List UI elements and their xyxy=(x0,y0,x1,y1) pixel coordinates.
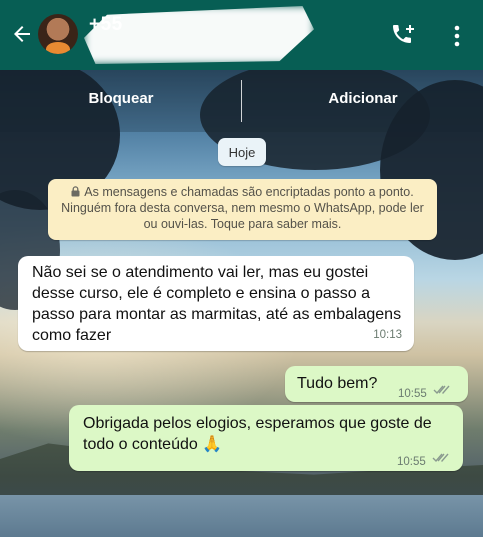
lock-icon xyxy=(71,186,80,197)
message-time: 10:55 xyxy=(398,388,427,400)
more-vertical-icon[interactable] xyxy=(447,22,467,50)
redacted-phone-number xyxy=(84,6,314,64)
outgoing-message[interactable]: Tudo bem? 10:55 xyxy=(285,366,468,402)
message-text: Não sei se o atendimento vai ler, mas eu… xyxy=(32,264,402,344)
add-contact-button[interactable]: Adicionar xyxy=(302,90,424,107)
block-button[interactable]: Bloquear xyxy=(60,90,182,107)
back-arrow-icon[interactable] xyxy=(10,22,34,46)
unknown-contact-action-bar: Bloquear Adicionar xyxy=(0,70,483,132)
encryption-notice[interactable]: As mensagens e chamadas são encriptadas … xyxy=(48,179,437,240)
wallpaper-sea xyxy=(0,495,483,537)
action-bar-divider xyxy=(241,80,242,122)
add-call-icon[interactable] xyxy=(390,22,418,50)
date-chip: Hoje xyxy=(218,138,266,166)
outgoing-message[interactable]: Obrigada pelos elogios, esperamos que go… xyxy=(69,405,463,471)
message-time: 10:13 xyxy=(373,329,402,341)
message-time: 10:55 xyxy=(397,456,426,468)
read-double-check-icon xyxy=(433,385,450,395)
message-text: Obrigada pelos elogios, esperamos que go… xyxy=(83,415,432,453)
whatsapp-chat-screen: +55 Bloquear Adicionar Hoje As mensagens… xyxy=(0,0,483,537)
message-text: Tudo bem? xyxy=(297,375,378,392)
contact-avatar[interactable] xyxy=(38,14,78,54)
chat-header: +55 xyxy=(0,0,483,70)
incoming-message[interactable]: Não sei se o atendimento vai ler, mas eu… xyxy=(18,256,414,351)
read-double-check-icon xyxy=(432,453,449,463)
encryption-notice-text: As mensagens e chamadas são encriptadas … xyxy=(61,185,424,231)
